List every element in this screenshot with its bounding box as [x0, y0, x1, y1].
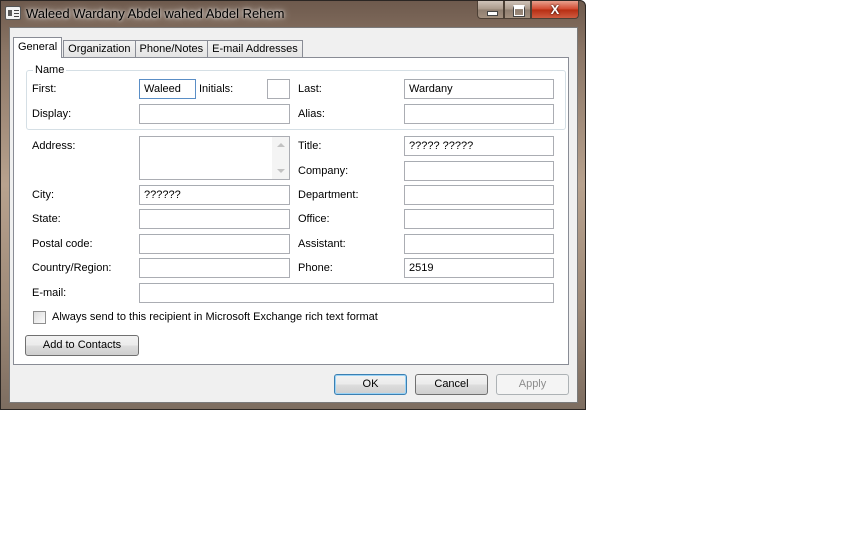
rich-text-checkbox[interactable] — [33, 311, 46, 324]
assistant-field[interactable] — [404, 234, 554, 254]
initials-field[interactable] — [267, 79, 290, 99]
email-field[interactable] — [139, 283, 554, 303]
state-label: State: — [32, 213, 61, 225]
address-label: Address: — [32, 140, 76, 152]
minimize-button[interactable] — [477, 1, 504, 19]
initials-label: Initials: — [199, 83, 234, 95]
state-field[interactable] — [139, 209, 290, 229]
close-button[interactable]: X — [531, 1, 579, 19]
contact-card-icon[interactable] — [5, 6, 21, 20]
phone-field[interactable]: 2519 — [404, 258, 554, 278]
tab-strip: General Organization Phone/Notes E-mail … — [13, 37, 303, 58]
office-field[interactable] — [404, 209, 554, 229]
address-scrollbar[interactable] — [272, 137, 289, 179]
email-label: E-mail: — [32, 287, 67, 299]
add-to-contacts-button[interactable]: Add to Contacts — [25, 335, 139, 356]
last-name-field[interactable]: Wardany — [404, 79, 554, 99]
assistant-label: Assistant: — [298, 238, 346, 250]
rich-text-checkbox-label[interactable]: Always send to this recipient in Microso… — [52, 311, 378, 323]
postal-code-label: Postal code: — [32, 238, 93, 250]
scroll-down-arrow-icon[interactable] — [277, 169, 285, 173]
close-icon: X — [550, 2, 560, 17]
window-title: Waleed Wardany Abdel wahed Abdel Rehem — [26, 6, 285, 21]
ok-button[interactable]: OK — [334, 374, 407, 395]
name-group-legend: Name — [33, 64, 67, 76]
company-field[interactable] — [404, 161, 554, 181]
tab-general[interactable]: General — [13, 37, 63, 58]
office-label: Office: — [298, 213, 330, 225]
alias-label: Alias: — [298, 108, 325, 120]
postal-code-field[interactable] — [139, 234, 290, 254]
country-region-field[interactable] — [139, 258, 290, 278]
department-label: Department: — [298, 189, 359, 201]
department-field[interactable] — [404, 185, 554, 205]
city-label: City: — [32, 189, 54, 201]
dialog-client-area: General Organization Phone/Notes E-mail … — [9, 27, 578, 403]
scroll-up-arrow-icon[interactable] — [277, 143, 285, 147]
country-region-label: Country/Region: — [32, 262, 112, 274]
title-bar[interactable]: Waleed Wardany Abdel wahed Abdel Rehem X — [1, 1, 585, 27]
apply-button[interactable]: Apply — [496, 374, 569, 395]
alias-field[interactable] — [404, 104, 554, 124]
tab-organization[interactable]: Organization — [63, 40, 136, 58]
first-name-label: First: — [32, 83, 57, 95]
tab-email-addresses[interactable]: E-mail Addresses — [207, 40, 303, 58]
address-field[interactable] — [139, 136, 290, 180]
display-name-field[interactable] — [139, 104, 290, 124]
last-name-label: Last: — [298, 83, 322, 95]
properties-window: Waleed Wardany Abdel wahed Abdel Rehem X… — [0, 0, 586, 410]
title-label: Title: — [298, 140, 322, 152]
phone-label: Phone: — [298, 262, 333, 274]
cancel-button[interactable]: Cancel — [415, 374, 488, 395]
company-label: Company: — [298, 165, 349, 177]
city-field[interactable]: ?????? — [139, 185, 290, 205]
tab-phone-notes[interactable]: Phone/Notes — [134, 40, 209, 58]
general-tab-page: Name First: Waleed Initials: Last: Warda… — [13, 57, 569, 365]
maximize-button[interactable] — [504, 1, 531, 19]
title-field[interactable]: ????? ????? — [404, 136, 554, 156]
caption-buttons: X — [477, 1, 579, 19]
display-name-label: Display: — [32, 108, 72, 120]
first-name-field[interactable]: Waleed — [139, 79, 196, 99]
